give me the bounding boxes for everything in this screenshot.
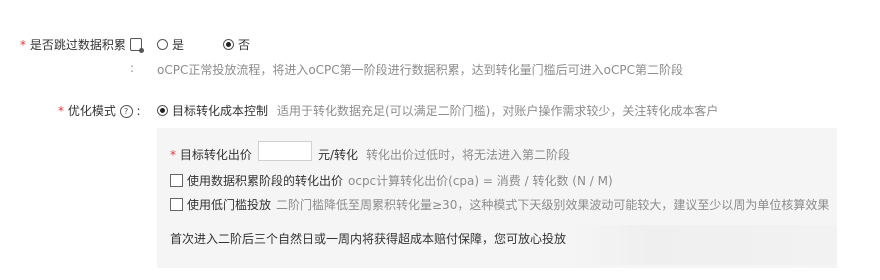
use-accum-bid-row[interactable]: 使用数据积累阶段的转化出价	[170, 172, 343, 189]
radio-target-cost-circle[interactable]	[157, 105, 168, 116]
target-bid-hint: 转化出价过低时，将无法进入第二阶段	[366, 148, 571, 162]
required-star: *	[170, 148, 176, 162]
question-icon[interactable]: ?	[119, 105, 133, 118]
use-accum-bid-label: 使用数据积累阶段的转化出价	[187, 174, 344, 188]
radio-yes-circle[interactable]	[157, 39, 168, 50]
low-threshold-label: 使用低门槛投放	[187, 198, 272, 212]
use-accum-bid-hint: ocpc计算转化出价(cpa) = 消费 / 转化数 (N / M)	[348, 174, 613, 188]
required-star: *	[20, 38, 26, 52]
target-bid-unit: 元/转化	[318, 148, 359, 162]
optimize-mode-label: 优化模式	[67, 104, 116, 118]
skip-accumulation-hint: oCPC正常投放流程，将进入oCPC第一阶段进行数据积累，达到转化量门槛后可进入…	[157, 63, 684, 77]
radio-no-circle[interactable]	[223, 39, 234, 50]
skip-accumulation-label: 是否跳过数据积累	[29, 38, 126, 52]
radio-no[interactable]: 否	[223, 36, 250, 53]
faded-overlay	[570, 225, 837, 265]
help-doc-icon[interactable]	[129, 38, 144, 53]
radio-no-label: 否	[238, 38, 251, 52]
colon: :	[130, 61, 135, 75]
optimize-mode-option[interactable]: 目标转化成本控制	[157, 102, 268, 119]
optimize-mode-hint: 适用于转化数据充足(可以满足二阶门槛)，对账户操作需求较少，关注转化成本客户	[277, 104, 719, 118]
target-bid-row: * 目标转化出价	[170, 146, 252, 163]
low-threshold-checkbox[interactable]	[170, 198, 183, 211]
use-accum-bid-checkbox[interactable]	[170, 174, 183, 187]
target-bid-input[interactable]	[258, 141, 312, 161]
guarantee-text: 首次进入二阶后三个自然日或一周内将获得超成本赔付保障，您可放心投放	[170, 232, 567, 246]
radio-yes-label: 是	[172, 38, 185, 52]
radio-yes[interactable]: 是	[157, 36, 184, 53]
optimize-mode-row: * 优化模式 ? :	[58, 104, 141, 118]
optimize-mode-option-label: 目标转化成本控制	[172, 104, 269, 118]
low-threshold-hint: 二阶门槛降低至周累积转化量≥30，这种模式下天级别效果波动可能较大，建议至少以周…	[276, 198, 830, 212]
skip-accumulation-row: * 是否跳过数据积累	[20, 36, 144, 53]
target-bid-label: 目标转化出价	[179, 148, 252, 162]
low-threshold-row[interactable]: 使用低门槛投放	[170, 196, 271, 213]
required-star: *	[58, 104, 64, 118]
